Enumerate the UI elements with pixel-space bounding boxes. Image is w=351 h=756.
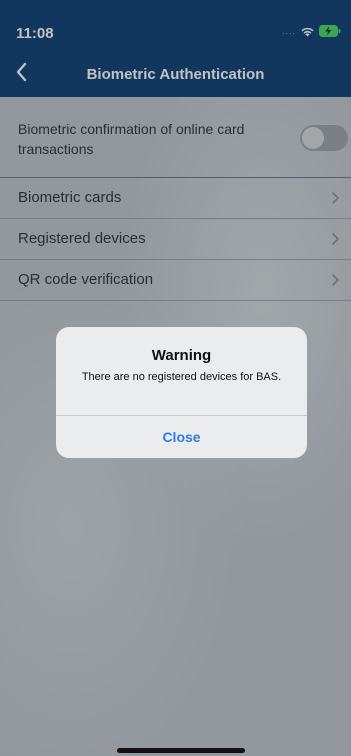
warning-alert-dialog: Warning There are no registered devices … <box>56 327 307 458</box>
alert-title: Warning <box>151 347 212 364</box>
home-indicator[interactable] <box>117 748 245 753</box>
close-button[interactable]: Close <box>56 416 307 458</box>
alert-message: There are no registered devices for BAS. <box>81 371 282 383</box>
